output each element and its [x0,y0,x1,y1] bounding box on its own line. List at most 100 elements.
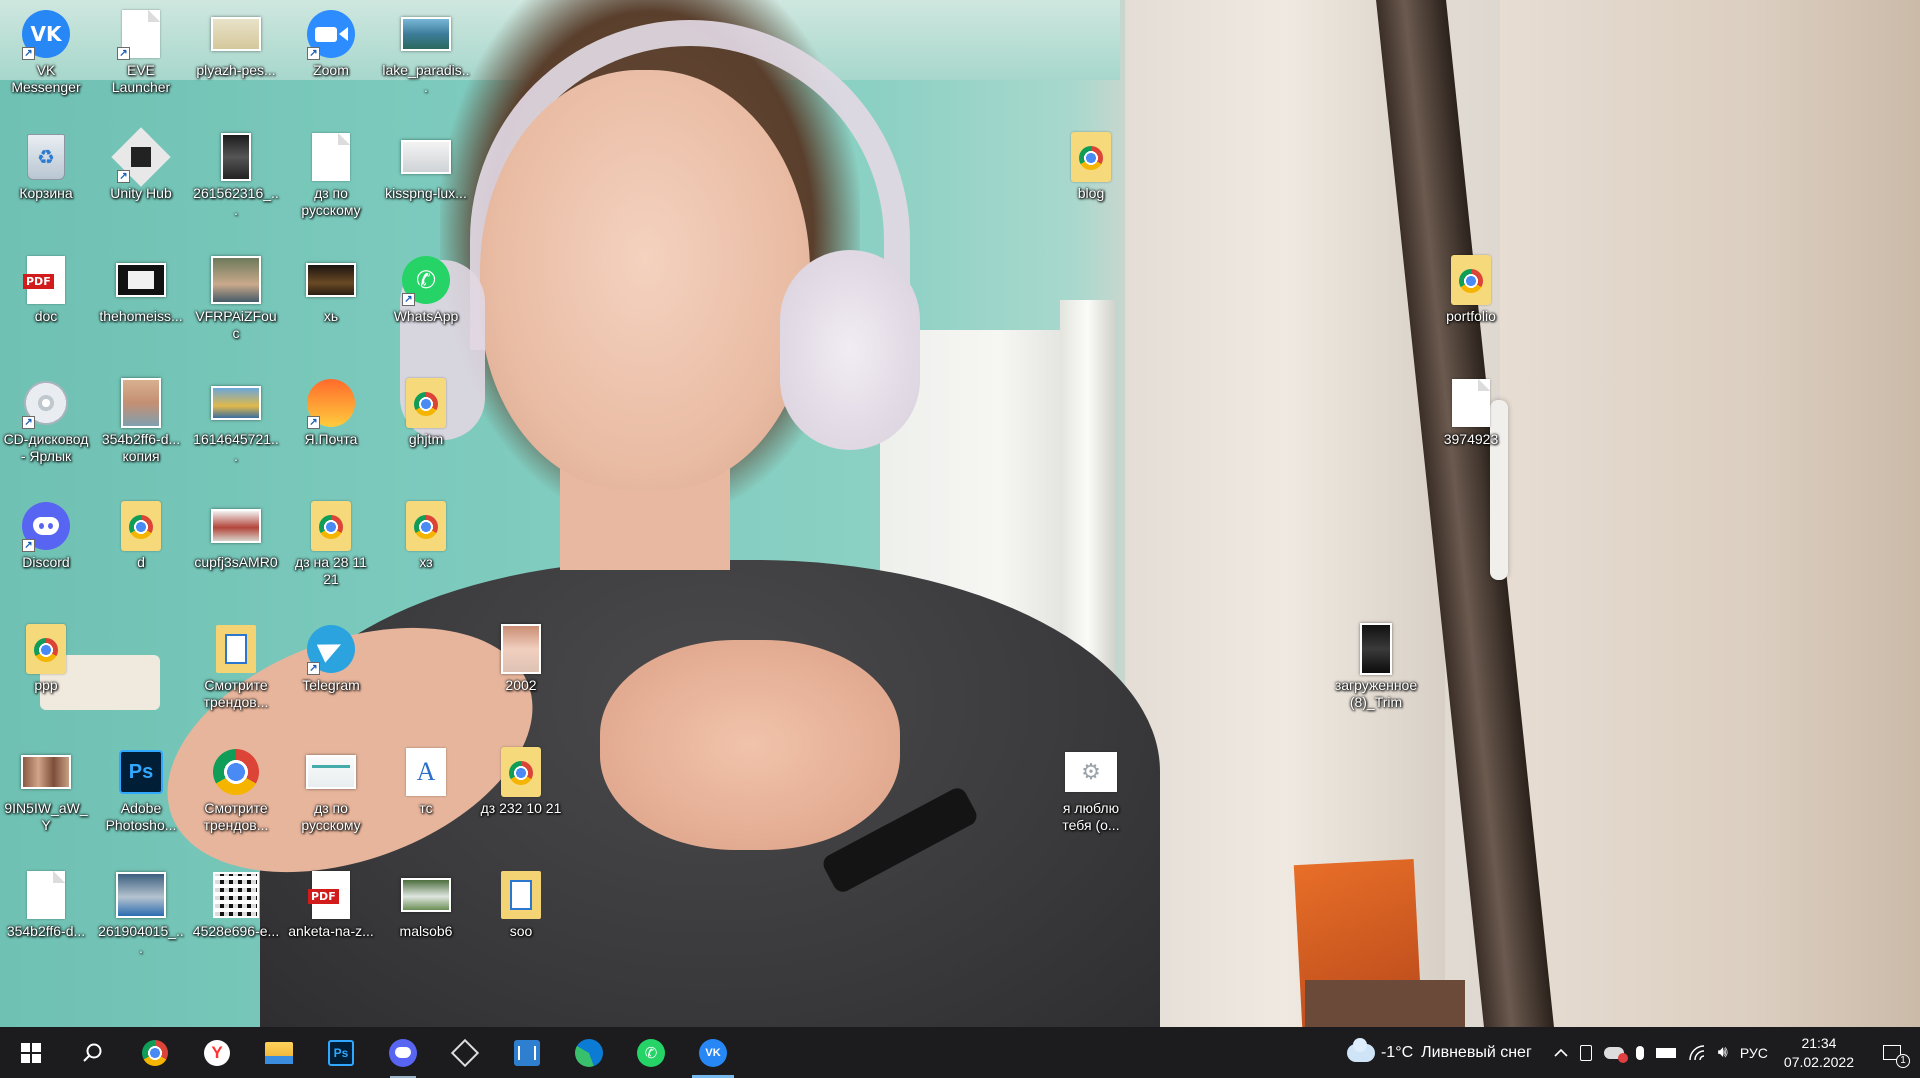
desktop-icon-adobe-photoshop[interactable]: Ps Adobe Photosho... [95,742,187,834]
shortcut-arrow-icon: ↗ [22,539,35,552]
desktop-icon-3974923[interactable]: 3974923 [1425,373,1517,448]
desktop-icon-9in5iw[interactable]: 9IN5IW_aW_Y [0,742,92,834]
desktop-icon-unity-hub[interactable]: ↗ Unity Hub [95,127,187,202]
desktop-icon-recycle-bin[interactable]: ♻ Корзина [0,127,92,202]
whatsapp-icon: ✆ ↗ [400,254,452,306]
desktop-icon-soo[interactable]: soo [475,865,567,940]
clock[interactable]: 21:34 07.02.2022 [1774,1027,1864,1078]
chrome-icon [210,746,262,798]
desktop-icon-label: 354b2ff6-d... [6,923,86,939]
desktop-icon-eve-launcher[interactable]: ↗ EVE Launcher [95,4,187,96]
desktop-icon-label: 9IN5IW_aW_Y [4,800,88,833]
desktop-icon-dz-28-11-21[interactable]: дз на 28 11 21 [285,496,377,588]
chrome-html-icon [400,377,452,429]
desktop-icon-hb[interactable]: хь [285,250,377,325]
desktop-icon-video-261562316[interactable]: 261562316_... [190,127,282,219]
desktop-icon-cd-drive[interactable]: ↗ CD-дисковод - Ярлык [0,373,92,465]
desktop-icon-1614645721[interactable]: 1614645721... [190,373,282,465]
desktop-icon-zagruzhennoe-trim[interactable]: загруженное (8)_Trim [1330,619,1422,711]
blank-file-icon [305,131,357,183]
desktop-icon-ya-lyublyu[interactable]: ⚙ я люблю тебя (о... [1045,742,1137,834]
desktop-icon-354b2ff6[interactable]: 354b2ff6-d... [0,865,92,940]
desktop-icon-label: cupfj3sAMR0 [194,554,278,570]
weather-widget[interactable]: -1°C Ливневый снег [1341,1027,1548,1078]
photoshop-icon: Ps [328,1039,354,1066]
taskbar-chrome[interactable] [124,1027,186,1078]
taskbar-discord[interactable] [372,1027,434,1078]
tray-volume[interactable]: 🔊︎ [1712,1027,1734,1078]
desktop-icon-blog[interactable]: blog [1045,127,1137,202]
desktop-icon-smotrite-doc[interactable]: Смотрите трендов... [190,619,282,711]
desktop-icon-yandex-mail[interactable]: ↗ Я.Почта [285,373,377,448]
desktop-icon-thehomeiss[interactable]: thehomeiss... [95,250,187,325]
desktop-icon-portfolio[interactable]: portfolio [1425,250,1517,325]
desktop-icon-label: plyazh-pes... [196,62,276,78]
desktop-icon-label: blog [1077,185,1105,201]
desktop-icon-grid: VK ↗ VK Messenger ↗ EVE Launcher plyazh-… [0,0,1920,1027]
meet-now-icon [1579,1044,1592,1061]
desktop-icon-2002[interactable]: 2002 [475,619,567,694]
desktop-icon-whatsapp[interactable]: ✆ ↗ WhatsApp [380,250,472,325]
image-thumbnail-icon [400,8,452,60]
edge-icon [575,1038,603,1067]
taskbar-unity-hub[interactable] [434,1027,496,1078]
desktop-icon-smotrite-chrome[interactable]: Смотрите трендов... [190,742,282,834]
desktop-icon-zoom[interactable]: ↗ Zoom [285,4,377,79]
desktop-icon-hz[interactable]: хз [380,496,472,571]
image-thumbnail-icon [210,254,262,306]
desktop-icon-354b2ff6-copy[interactable]: 354b2ff6-d... копия [95,373,187,465]
desktop-icon-ppp[interactable]: ppp [0,619,92,694]
tray-battery[interactable] [1650,1027,1682,1078]
desktop-icon-cupfj3samr0[interactable]: cupfj3sAMR0 [190,496,282,571]
desktop-icon-4528e696[interactable]: 4528e696-e... [190,865,282,940]
tray-meet-now[interactable] [1574,1027,1598,1078]
desktop-icon-label: дз по русскому [301,185,361,218]
desktop-icon-discord[interactable]: ↗ Discord [0,496,92,571]
tray-network[interactable] [1682,1027,1712,1078]
chrome-html-icon [1065,131,1117,183]
desktop-icon-label: lake_paradis... [382,62,470,95]
taskbar: Y Ps ✆ VK -1°C Ливневый снег 🔊︎ РУС 21:3… [0,1027,1920,1078]
desktop-icon-vfrpaizfouc[interactable]: VFRPAiZFouc [190,250,282,342]
taskbar-yandex-browser[interactable]: Y [186,1027,248,1078]
desktop-icon-dz-232-10-21[interactable]: дз 232 10 21 [475,742,567,817]
desktop-icon-telegram[interactable]: ↗ Telegram [285,619,377,694]
desktop-icon-261904015[interactable]: 261904015_... [95,865,187,957]
desktop-icon-plyazh[interactable]: plyazh-pes... [190,4,282,79]
shortcut-arrow-icon: ↗ [402,293,415,306]
desktop-icon-ghjtm[interactable]: ghjtm [380,373,472,448]
taskbar-whatsapp[interactable]: ✆ [620,1027,682,1078]
tray-onedrive[interactable] [1598,1027,1630,1078]
video-thumbnail-icon [210,131,262,183]
taskbar-vk[interactable]: VK [682,1027,744,1078]
search-button[interactable] [62,1027,124,1078]
input-language-button[interactable]: РУС [1734,1027,1774,1078]
desktop-icon-malsob6[interactable]: malsob6 [380,865,472,940]
desktop-icon-d[interactable]: d [95,496,187,571]
microphone-icon [1635,1045,1644,1060]
chrome-html-icon [495,746,547,798]
shortcut-arrow-icon: ↗ [307,662,320,675]
desktop-icon-dz-russian-2[interactable]: дз по русскому [285,742,377,834]
image-thumbnail-icon [400,131,452,183]
desktop-icon-anketa[interactable]: PDF anketa-na-z... [285,865,377,940]
desktop-icon-vk-messenger[interactable]: VK ↗ VK Messenger [0,4,92,96]
desktop-icon-kisspng[interactable]: kisspng-lux... [380,127,472,202]
zoom-icon: ↗ [305,8,357,60]
taskbar-app-window[interactable] [496,1027,558,1078]
taskbar-edge[interactable] [558,1027,620,1078]
image-thumbnail-icon [210,8,262,60]
show-hidden-icons-button[interactable] [1548,1027,1574,1078]
blank-file-icon: ↗ [115,8,167,60]
desktop-icon-doc[interactable]: PDF doc [0,250,92,325]
taskbar-photoshop[interactable]: Ps [310,1027,372,1078]
taskbar-file-explorer[interactable] [248,1027,310,1078]
start-button[interactable] [0,1027,62,1078]
desktop-icon-ts[interactable]: A тс [380,742,472,817]
tray-microphone[interactable] [1630,1027,1650,1078]
desktop-icon-dz-russian-1[interactable]: дз по русскому [285,127,377,219]
notification-center-button[interactable]: 1 [1864,1027,1920,1078]
app-window-icon [514,1039,540,1066]
telegram-icon: ↗ [305,623,357,675]
desktop-icon-lake-paradise[interactable]: lake_paradis... [380,4,472,96]
